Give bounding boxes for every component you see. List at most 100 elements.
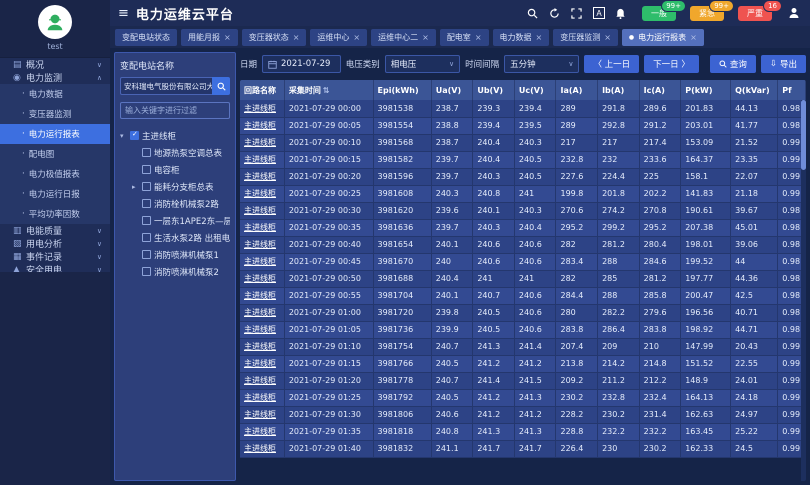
tree-item-2[interactable]: 电容柜 bbox=[120, 161, 230, 178]
circuit-link[interactable]: 主进线柜 bbox=[240, 151, 284, 168]
tree-item-3[interactable]: ▸能耗分支柜总表 bbox=[120, 178, 230, 195]
user-avatar[interactable] bbox=[38, 5, 72, 39]
alarm-badge-3[interactable]: 严重16 bbox=[738, 6, 772, 21]
sort-icon[interactable]: ⇅ bbox=[323, 86, 330, 95]
circuit-link[interactable]: 主进线柜 bbox=[240, 168, 284, 185]
search-icon[interactable] bbox=[526, 7, 539, 20]
column-header-7[interactable]: Ia(A) bbox=[556, 80, 598, 100]
circuit-link[interactable]: 主进线柜 bbox=[240, 134, 284, 151]
menu-toggle-icon[interactable]: ≡ bbox=[118, 6, 129, 21]
close-icon[interactable]: × bbox=[475, 33, 482, 42]
sidebar-subitem-2[interactable]: ·变压器监测 bbox=[0, 104, 110, 124]
circuit-link[interactable]: 主进线柜 bbox=[240, 304, 284, 321]
column-header-2[interactable]: 采集时间⇅ bbox=[284, 80, 373, 100]
sidebar-item-2[interactable]: ◉电力监测∧ bbox=[0, 71, 110, 84]
circuit-link[interactable]: 主进线柜 bbox=[240, 185, 284, 202]
sidebar-item-5[interactable]: ▦事件记录∨ bbox=[0, 250, 110, 263]
circuit-link[interactable]: 主进线柜 bbox=[240, 100, 284, 117]
sidebar-subitem-6[interactable]: ·电力运行日报 bbox=[0, 184, 110, 204]
tree-item-6[interactable]: 生活水泵2路 出租电房 bbox=[120, 229, 230, 246]
tree-root-checkbox[interactable] bbox=[130, 131, 139, 140]
circuit-link[interactable]: 主进线柜 bbox=[240, 389, 284, 406]
tab-3[interactable]: 变压器状态× bbox=[242, 29, 307, 46]
column-header-11[interactable]: Q(kVar) bbox=[731, 80, 778, 100]
tab-4[interactable]: 运维中心× bbox=[310, 29, 367, 46]
circuit-link[interactable]: 主进线柜 bbox=[240, 236, 284, 253]
close-icon[interactable]: × bbox=[690, 33, 697, 42]
circuit-link[interactable]: 主进线柜 bbox=[240, 440, 284, 457]
sidebar-item-4[interactable]: ▧用电分析∨ bbox=[0, 237, 110, 250]
prev-day-button[interactable]: 〈 上一日 bbox=[584, 55, 639, 73]
column-header-5[interactable]: Ub(V) bbox=[473, 80, 515, 100]
sidebar-subitem-4[interactable]: ·配电图 bbox=[0, 144, 110, 164]
tree-item-checkbox[interactable] bbox=[142, 233, 151, 242]
tree-item-8[interactable]: 消防喷淋机械泵2 bbox=[120, 263, 230, 280]
tab-5[interactable]: 运维中心二× bbox=[371, 29, 436, 46]
circuit-link[interactable]: 主进线柜 bbox=[240, 355, 284, 372]
user-icon[interactable] bbox=[787, 7, 800, 20]
tree-root-item[interactable]: ▾主进线柜 bbox=[120, 127, 230, 144]
tree-item-checkbox[interactable] bbox=[142, 182, 151, 191]
notice-icon[interactable] bbox=[614, 7, 627, 20]
circuit-link[interactable]: 主进线柜 bbox=[240, 321, 284, 338]
tree-item-checkbox[interactable] bbox=[142, 199, 151, 208]
column-header-9[interactable]: Ic(A) bbox=[639, 80, 681, 100]
query-button[interactable]: 查询 bbox=[710, 55, 756, 73]
close-icon[interactable]: × bbox=[293, 33, 300, 42]
circuit-link[interactable]: 主进线柜 bbox=[240, 270, 284, 287]
tab-7[interactable]: 电力数据× bbox=[493, 29, 550, 46]
sidebar-subitem-1[interactable]: ·电力数据 bbox=[0, 84, 110, 104]
interval-select[interactable]: 五分钟 ∨ bbox=[504, 55, 579, 73]
sidebar-item-3[interactable]: ▥电能质量∨ bbox=[0, 224, 110, 237]
tree-item-checkbox[interactable] bbox=[142, 267, 151, 276]
refresh-icon[interactable] bbox=[548, 7, 561, 20]
station-select[interactable]: 安科瑞电气股份有限公司大楼 bbox=[120, 77, 212, 95]
sidebar-subitem-3[interactable]: ·电力运行报表 bbox=[0, 124, 110, 144]
sidebar-item-6[interactable]: ▲安全用电∨ bbox=[0, 263, 110, 272]
tab-6[interactable]: 配电室× bbox=[440, 29, 489, 46]
circuit-link[interactable]: 主进线柜 bbox=[240, 423, 284, 440]
next-day-button[interactable]: 下一日 〉 bbox=[644, 55, 699, 73]
tree-item-checkbox[interactable] bbox=[142, 148, 151, 157]
circuit-link[interactable]: 主进线柜 bbox=[240, 406, 284, 423]
column-header-12[interactable]: Pf bbox=[778, 80, 806, 100]
circuit-link[interactable]: 主进线柜 bbox=[240, 253, 284, 270]
font-size-icon[interactable]: A bbox=[592, 7, 605, 20]
sidebar-subitem-7[interactable]: ·平均功率因数 bbox=[0, 204, 110, 224]
alarm-badge-2[interactable]: 紧急99+ bbox=[690, 6, 724, 21]
export-button[interactable]: ⇩ 导出 bbox=[761, 55, 806, 73]
tree-item-4[interactable]: 消防栓机械泵2路 bbox=[120, 195, 230, 212]
table-scrollbar[interactable] bbox=[801, 100, 806, 481]
tree-item-checkbox[interactable] bbox=[142, 216, 151, 225]
circuit-link[interactable]: 主进线柜 bbox=[240, 202, 284, 219]
alarm-badge-1[interactable]: 一般99+ bbox=[642, 6, 676, 21]
station-search-button[interactable] bbox=[212, 77, 230, 95]
column-header-4[interactable]: Ua(V) bbox=[431, 80, 473, 100]
column-header-8[interactable]: Ib(A) bbox=[598, 80, 640, 100]
tree-item-checkbox[interactable] bbox=[142, 165, 151, 174]
caret-down-icon[interactable]: ▾ bbox=[120, 132, 127, 140]
close-icon[interactable]: × bbox=[536, 33, 543, 42]
circuit-link[interactable]: 主进线柜 bbox=[240, 372, 284, 389]
close-icon[interactable]: × bbox=[224, 33, 231, 42]
tree-item-7[interactable]: 消防喷淋机械泵1 bbox=[120, 246, 230, 263]
sidebar-subitem-5[interactable]: ·电力极值报表 bbox=[0, 164, 110, 184]
circuit-link[interactable]: 主进线柜 bbox=[240, 338, 284, 355]
voltage-type-select[interactable]: 相电压 ∨ bbox=[385, 55, 460, 73]
column-header-3[interactable]: Epi(kWh) bbox=[373, 80, 431, 100]
fullscreen-icon[interactable] bbox=[570, 7, 583, 20]
tree-item-5[interactable]: 一层东1APE2东—层东1APE1左 bbox=[120, 212, 230, 229]
tab-9[interactable]: ●电力运行报表× bbox=[622, 29, 704, 46]
caret-right-icon[interactable]: ▸ bbox=[132, 183, 139, 191]
tab-8[interactable]: 变压器监测× bbox=[553, 29, 618, 46]
circuit-link[interactable]: 主进线柜 bbox=[240, 117, 284, 134]
close-icon[interactable]: × bbox=[422, 33, 429, 42]
scrollbar-thumb[interactable] bbox=[801, 100, 806, 170]
tree-item-1[interactable]: 地源热泵空调总表 bbox=[120, 144, 230, 161]
column-header-10[interactable]: P(kW) bbox=[681, 80, 731, 100]
circuit-link[interactable]: 主进线柜 bbox=[240, 287, 284, 304]
tab-2[interactable]: 用能月报× bbox=[181, 29, 238, 46]
tree-filter-input[interactable] bbox=[120, 102, 230, 119]
tree-item-checkbox[interactable] bbox=[142, 250, 151, 259]
sidebar-item-1[interactable]: ▤概况∨ bbox=[0, 58, 110, 71]
